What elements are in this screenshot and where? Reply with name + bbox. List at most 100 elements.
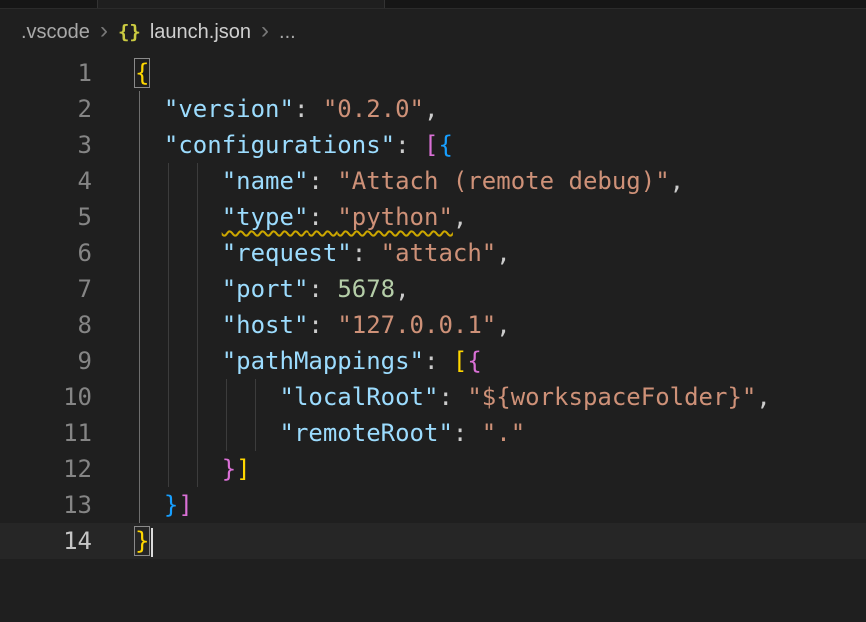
code-line[interactable]: 2 "version": "0.2.0", bbox=[0, 91, 866, 127]
line-number[interactable]: 4 bbox=[0, 163, 92, 199]
code-token: "configurations" bbox=[164, 131, 395, 159]
code-token bbox=[135, 203, 222, 231]
code-line-text: { bbox=[135, 55, 149, 91]
code-token: : bbox=[308, 275, 337, 303]
code-line-text: "type": "python", bbox=[135, 199, 467, 235]
line-number[interactable]: 14 bbox=[0, 523, 92, 559]
code-line-text: "version": "0.2.0", bbox=[135, 91, 438, 127]
chevron-right-icon: › bbox=[99, 19, 109, 43]
code-token: : bbox=[308, 167, 337, 195]
code-token: "port" bbox=[222, 275, 309, 303]
code-line[interactable]: 1{ bbox=[0, 55, 866, 91]
code-line-text: "localRoot": "${workspaceFolder}", bbox=[135, 379, 771, 415]
line-number[interactable]: 8 bbox=[0, 307, 92, 343]
code-token: "host" bbox=[222, 311, 309, 339]
code-token bbox=[135, 383, 280, 411]
code-token bbox=[135, 275, 222, 303]
code-token: : bbox=[294, 95, 323, 123]
code-line[interactable]: 7 "port": 5678, bbox=[0, 271, 866, 307]
code-line[interactable]: 13 }] bbox=[0, 487, 866, 523]
code-token bbox=[135, 167, 222, 195]
code-token: , bbox=[395, 275, 409, 303]
code-line[interactable]: 11 "remoteRoot": "." bbox=[0, 415, 866, 451]
code-token: : bbox=[352, 239, 381, 267]
code-line[interactable]: 6 "request": "attach", bbox=[0, 235, 866, 271]
line-number[interactable]: 7 bbox=[0, 271, 92, 307]
code-token: [ bbox=[453, 347, 467, 375]
code-token bbox=[135, 311, 222, 339]
code-token bbox=[135, 95, 164, 123]
code-token: : bbox=[308, 311, 337, 339]
code-token: { bbox=[135, 59, 149, 87]
code-token: "pathMappings" bbox=[222, 347, 424, 375]
code-token bbox=[135, 491, 164, 519]
code-line[interactable]: 4 "name": "Attach (remote debug)", bbox=[0, 163, 866, 199]
code-token: : bbox=[438, 383, 467, 411]
code-line-text: "pathMappings": [{ bbox=[135, 343, 482, 379]
code-line-text: "host": "127.0.0.1", bbox=[135, 307, 511, 343]
code-token: , bbox=[424, 95, 438, 123]
code-token: "0.2.0" bbox=[323, 95, 424, 123]
tab-bar-sliver bbox=[0, 0, 866, 9]
code-token: ] bbox=[178, 491, 192, 519]
line-number[interactable]: 11 bbox=[0, 415, 92, 451]
code-line-text: "request": "attach", bbox=[135, 235, 511, 271]
code-token: "." bbox=[482, 419, 525, 447]
code-editor[interactable]: 1{2 "version": "0.2.0",3 "configurations… bbox=[0, 55, 866, 559]
line-number[interactable]: 1 bbox=[0, 55, 92, 91]
code-line[interactable]: 9 "pathMappings": [{ bbox=[0, 343, 866, 379]
code-token: } bbox=[135, 527, 149, 555]
active-tab-bottom-edge[interactable] bbox=[97, 0, 385, 8]
line-number[interactable]: 12 bbox=[0, 451, 92, 487]
code-token: ] bbox=[236, 455, 250, 483]
code-line-text: "remoteRoot": "." bbox=[135, 415, 525, 451]
code-token: { bbox=[467, 347, 481, 375]
code-token: } bbox=[164, 491, 178, 519]
vscode-editor-window: .vscode › {} launch.json › ... 1{2 "vers… bbox=[0, 0, 866, 559]
code-token: 5678 bbox=[337, 275, 395, 303]
code-line-text: }] bbox=[135, 487, 193, 523]
chevron-right-icon: › bbox=[260, 19, 270, 43]
code-line[interactable]: 10 "localRoot": "${workspaceFolder}", bbox=[0, 379, 866, 415]
code-token: [ bbox=[424, 131, 438, 159]
line-number[interactable]: 5 bbox=[0, 199, 92, 235]
line-number[interactable]: 13 bbox=[0, 487, 92, 523]
code-token: "request" bbox=[222, 239, 352, 267]
code-token: : bbox=[453, 419, 482, 447]
line-number[interactable]: 10 bbox=[0, 379, 92, 415]
code-token: "Attach (remote debug)" bbox=[337, 167, 669, 195]
code-token: , bbox=[496, 311, 510, 339]
code-token bbox=[135, 419, 280, 447]
code-token bbox=[135, 131, 164, 159]
line-number[interactable]: 9 bbox=[0, 343, 92, 379]
code-line[interactable]: 14} bbox=[0, 523, 866, 559]
line-number[interactable]: 3 bbox=[0, 127, 92, 163]
code-line-text: "configurations": [{ bbox=[135, 127, 453, 163]
code-token: "type" bbox=[222, 203, 309, 231]
code-line-text: "name": "Attach (remote debug)", bbox=[135, 163, 684, 199]
code-line[interactable]: 8 "host": "127.0.0.1", bbox=[0, 307, 866, 343]
code-token: : bbox=[424, 347, 453, 375]
code-lines: 1{2 "version": "0.2.0",3 "configurations… bbox=[0, 55, 866, 559]
code-token: "remoteRoot" bbox=[280, 419, 453, 447]
line-number[interactable]: 2 bbox=[0, 91, 92, 127]
code-token: : bbox=[308, 203, 337, 231]
line-number[interactable]: 6 bbox=[0, 235, 92, 271]
breadcrumb-symbol-ellipsis[interactable]: ... bbox=[279, 21, 296, 44]
code-line-text: }] bbox=[135, 451, 251, 487]
code-token: , bbox=[496, 239, 510, 267]
code-line[interactable]: 3 "configurations": [{ bbox=[0, 127, 866, 163]
code-token: "python" bbox=[337, 203, 453, 231]
code-token: "name" bbox=[222, 167, 309, 195]
breadcrumb-file[interactable]: launch.json bbox=[150, 21, 251, 44]
json-file-icon: {} bbox=[118, 21, 141, 43]
code-token bbox=[135, 347, 222, 375]
code-token: "localRoot" bbox=[280, 383, 439, 411]
breadcrumb-folder[interactable]: .vscode bbox=[21, 21, 90, 44]
breadcrumb: .vscode › {} launch.json › ... bbox=[0, 9, 866, 55]
code-token bbox=[135, 239, 222, 267]
code-line[interactable]: 5 "type": "python", bbox=[0, 199, 866, 235]
code-line[interactable]: 12 }] bbox=[0, 451, 866, 487]
code-token: , bbox=[756, 383, 770, 411]
code-token: "version" bbox=[164, 95, 294, 123]
